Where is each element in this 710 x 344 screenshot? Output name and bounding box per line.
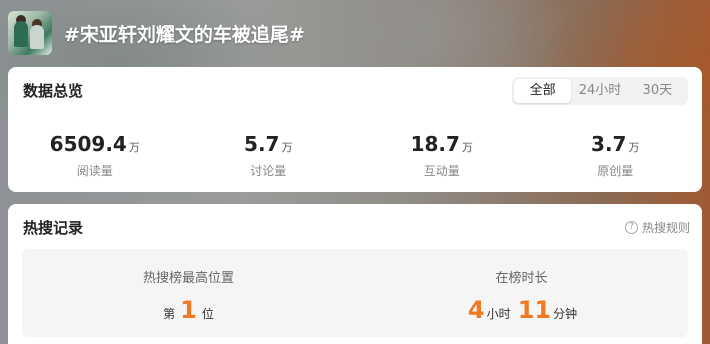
highest-position-suffix: 位 <box>201 307 214 321</box>
overview-title: 数据总览 <box>23 82 84 100</box>
highest-position-value-row: 第1位 <box>22 296 355 328</box>
stat-discussions-unit: 万 <box>281 141 293 154</box>
duration-minutes: 11 <box>517 296 552 324</box>
overview-card: 数据总览 全部 24小时 30天 6509.4 万 阅读量 5.7 万 讨论量 18… <box>8 67 702 192</box>
stats-row: 6509.4 万 阅读量 5.7 万 讨论量 18.7 万 互动量 3.7 万 原创量 <box>8 133 702 179</box>
stat-discussions: 5.7 万 讨论量 <box>182 133 356 179</box>
stat-reads-unit: 万 <box>128 141 140 154</box>
stat-interactions-unit: 万 <box>461 141 473 154</box>
on-list-duration: 在榜时长 4 小时 11 分钟 <box>355 249 688 337</box>
stat-interactions: 18.7 万 互动量 <box>355 133 529 179</box>
topic-title: #宋亚轩刘耀文的车被追尾# <box>64 23 305 46</box>
hot-search-rules-link[interactable]: ? 热搜规则 <box>624 219 690 236</box>
stat-originals-value: 3.7 <box>591 132 627 156</box>
time-range-tabs: 全部 24小时 30天 <box>512 77 688 105</box>
tab-24h[interactable]: 24小时 <box>571 79 628 103</box>
stat-reads-value: 6509.4 <box>49 132 127 156</box>
stat-discussions-value: 5.7 <box>244 132 280 156</box>
tab-30d[interactable]: 30天 <box>629 79 686 103</box>
highest-position-label: 热搜榜最高位置 <box>142 271 234 286</box>
duration-hours: 4 <box>467 296 485 324</box>
topic-avatar[interactable] <box>8 11 52 55</box>
hot-search-title: 热搜记录 <box>23 219 84 237</box>
duration-label: 在榜时长 <box>495 271 548 286</box>
stat-originals: 3.7 万 原创量 <box>529 133 703 179</box>
hot-search-rules-label: 热搜规则 <box>641 221 690 235</box>
highest-position-value: 1 <box>180 296 197 324</box>
stat-originals-unit: 万 <box>628 141 640 154</box>
question-circle-icon: ? <box>624 221 638 234</box>
highest-position-prefix: 第 <box>163 307 176 321</box>
stat-originals-label: 原创量 <box>597 164 634 178</box>
hot-search-record-box: 热搜榜最高位置 第1位 在榜时长 4 小时 11 分钟 <box>22 249 688 337</box>
duration-value-row: 4 小时 11 分钟 <box>355 296 688 328</box>
duration-hours-unit: 小时 <box>486 307 511 321</box>
highest-position: 热搜榜最高位置 第1位 <box>22 249 355 337</box>
stat-interactions-label: 互动量 <box>423 164 460 178</box>
stat-reads: 6509.4 万 阅读量 <box>8 133 182 179</box>
stat-reads-value-row: 6509.4 万 <box>8 133 182 159</box>
stat-interactions-value-row: 18.7 万 <box>355 133 529 159</box>
duration-minutes-unit: 分钟 <box>553 307 578 321</box>
avatar-figure-body-1 <box>14 21 28 47</box>
hot-search-card: 热搜记录 ? 热搜规则 热搜榜最高位置 第1位 在榜时长 4 小时 11 分钟 <box>8 204 702 344</box>
stat-originals-value-row: 3.7 万 <box>529 133 703 159</box>
stat-discussions-value-row: 5.7 万 <box>182 133 356 159</box>
tab-all[interactable]: 全部 <box>514 79 572 103</box>
stat-interactions-value: 18.7 <box>410 132 460 156</box>
stat-discussions-label: 讨论量 <box>250 164 287 178</box>
avatar-figure-body-2 <box>30 25 44 49</box>
topic-header: #宋亚轩刘耀文的车被追尾# <box>8 10 702 56</box>
stat-reads-label: 阅读量 <box>76 164 113 178</box>
